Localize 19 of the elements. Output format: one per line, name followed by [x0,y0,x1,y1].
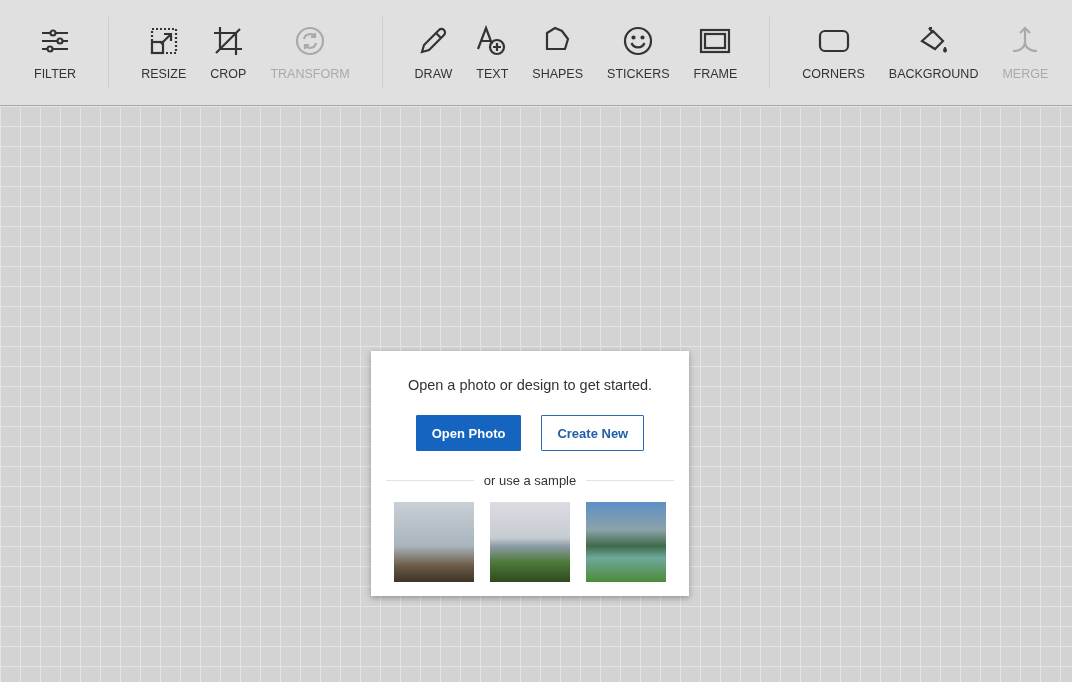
sample-photo-placeholder[interactable] [490,502,570,582]
crop-icon [212,24,245,57]
draw-tool-button[interactable]: DRAW [402,24,465,81]
shapes-tool-button[interactable]: SHAPES [520,24,596,81]
text-tool-button[interactable]: TEXT [464,24,521,81]
open-photo-button[interactable]: Open Photo [415,415,522,451]
dialog-message: Open a photo or design to get started. [407,377,653,393]
smiley-icon [622,24,655,57]
sample-photo-placeholder[interactable] [394,502,474,582]
stickers-tool-button[interactable]: STICKERS [595,24,682,81]
create-new-button[interactable]: Create New [541,415,645,451]
corners-tool-button[interactable]: CORNERS [790,24,877,81]
filter-tool-button[interactable]: FILTER [22,24,89,81]
background-tool-button[interactable]: BACKGROUND [876,24,991,81]
frame-tool-button[interactable]: FRAME [681,24,750,81]
separator-label: or use a sample [483,473,577,488]
crop-tool-button[interactable]: CROP [198,24,259,81]
resize-tool-button[interactable]: RESIZE [129,24,199,81]
rotate-icon [294,24,326,57]
